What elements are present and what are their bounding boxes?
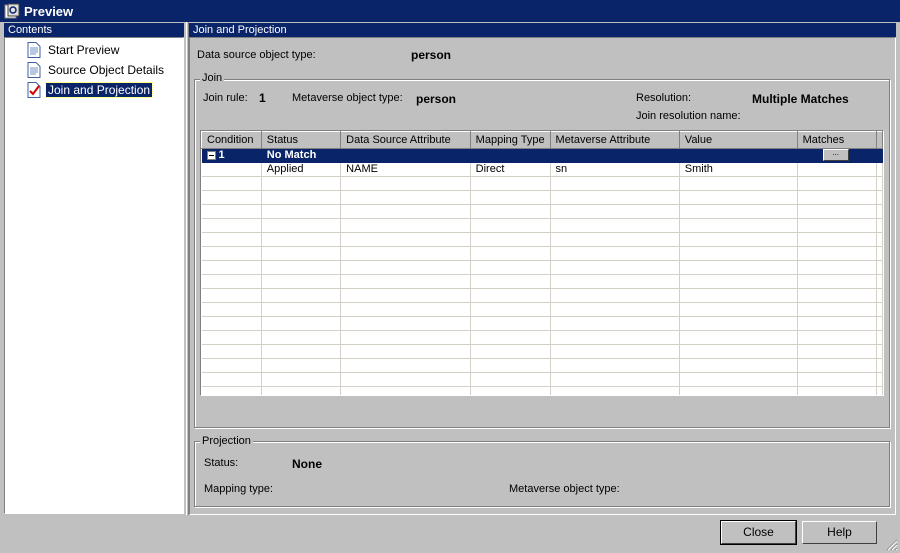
empty-table-row — [201, 232, 883, 247]
column-header-value[interactable]: Value — [678, 131, 798, 149]
empty-table-row — [201, 344, 883, 359]
title-bar: Preview — [0, 0, 900, 22]
help-button[interactable]: Help — [802, 521, 877, 544]
projection-legend: Projection — [200, 435, 253, 447]
empty-table-row — [201, 316, 883, 331]
column-header-filler — [875, 131, 883, 149]
join-legend: Join — [200, 72, 225, 84]
mv-attr-cell — [550, 148, 680, 163]
empty-table-row — [201, 372, 883, 387]
status-cell: Applied — [261, 162, 342, 177]
collapse-icon[interactable] — [206, 150, 216, 160]
value-cell: Smith — [679, 162, 798, 177]
empty-table-row — [201, 386, 883, 395]
window-title: Preview — [24, 4, 74, 19]
table-row[interactable]: Applied NAME Direct sn Smith — [201, 162, 883, 177]
join-conditions-grid[interactable]: Condition Status Data Source Attribute M… — [200, 130, 884, 396]
projection-group — [194, 441, 890, 507]
condition-cell — [201, 162, 262, 177]
document-icon — [27, 42, 41, 58]
tree-item-label: Start Preview — [48, 43, 120, 57]
column-header-data-source-attribute[interactable]: Data Source Attribute — [340, 131, 471, 149]
ds-attr-cell: NAME — [340, 162, 471, 177]
main-header: Join and Projection — [189, 23, 896, 37]
metaverse-type-label: Metaverse object type: — [292, 92, 403, 104]
tree-item-label: Source Object Details — [48, 63, 165, 77]
data-source-value: person — [411, 48, 452, 62]
empty-table-row — [201, 176, 883, 191]
projection-status-label: Status: — [204, 457, 239, 469]
empty-table-row — [201, 274, 883, 289]
document-check-icon — [27, 82, 41, 98]
empty-table-row — [201, 204, 883, 219]
resolution-value: Multiple Matches — [752, 92, 849, 106]
close-button[interactable]: Close — [720, 520, 797, 545]
projection-status-value: None — [292, 457, 322, 471]
contents-tree: Start Preview Source Object Details Join… — [4, 37, 184, 514]
empty-table-row — [201, 190, 883, 205]
mapping-cell — [470, 148, 551, 163]
contents-header: Contents — [4, 23, 184, 37]
empty-table-row — [201, 260, 883, 275]
document-icon — [27, 62, 41, 78]
join-rule-label: Join rule: — [203, 92, 248, 104]
empty-table-row — [201, 218, 883, 233]
mv-attr-cell: sn — [550, 162, 680, 177]
status-cell: No Match — [261, 148, 342, 163]
empty-table-row — [201, 288, 883, 303]
column-header-matches[interactable]: Matches — [796, 131, 877, 149]
data-source-label: Data source object type: — [197, 49, 316, 61]
empty-table-row — [201, 246, 883, 261]
matches-cell — [797, 162, 877, 177]
column-header-status[interactable]: Status — [260, 131, 342, 149]
matches-cell: ... — [797, 148, 877, 163]
resolution-label: Resolution: — [636, 92, 692, 104]
resize-grip-icon[interactable] — [886, 539, 898, 551]
column-header-mapping-type[interactable]: Mapping Type — [469, 131, 551, 149]
column-header-condition[interactable]: Condition — [201, 131, 262, 149]
matches-ellipsis-button[interactable]: ... — [822, 149, 849, 162]
condition-cell: 1 — [201, 148, 262, 163]
table-row[interactable]: 1 No Match ... — [201, 148, 883, 163]
value-cell — [679, 148, 798, 163]
projection-metaverse-type-label: Metaverse object type: — [509, 483, 620, 495]
tree-item-label: Join and Projection — [44, 82, 154, 98]
mapping-type-label: Mapping type: — [204, 483, 274, 495]
join-rule-value: 1 — [259, 91, 266, 105]
join-resolution-name-label: Join resolution name: — [636, 110, 741, 122]
ds-attr-cell — [340, 148, 471, 163]
empty-table-row — [201, 330, 883, 345]
column-header-metaverse-attribute[interactable]: Metaverse Attribute — [549, 131, 680, 149]
metaverse-type-value: person — [416, 92, 457, 106]
preview-app-icon — [4, 3, 20, 19]
empty-table-row — [201, 302, 883, 317]
mapping-cell: Direct — [470, 162, 551, 177]
empty-table-row — [201, 358, 883, 373]
